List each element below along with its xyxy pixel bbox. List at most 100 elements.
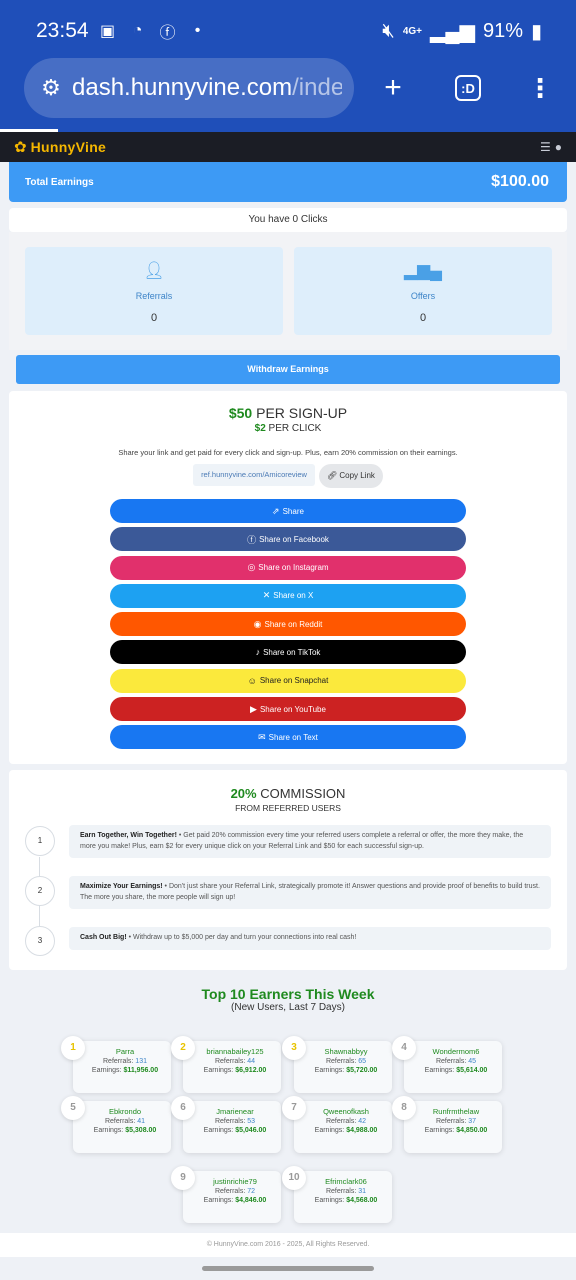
battery-icon: ▮ <box>530 20 542 43</box>
step-1: Earn Together, Win Together! • Get paid … <box>69 825 551 858</box>
instagram-icon: ◎ <box>247 562 256 573</box>
share-button-share-on-x[interactable]: ✕ Share on X <box>110 583 466 608</box>
menu-icon[interactable]: ⋮ <box>520 68 560 108</box>
earner-referrals: Referrals: 31 <box>300 1188 392 1195</box>
status-time: 23:54 <box>36 19 89 42</box>
earner-name: briannabailey125 <box>206 1047 264 1056</box>
click-heading: $2 PER CLICK <box>9 423 567 434</box>
referrals-label: Referrals: <box>104 1118 138 1125</box>
share-button-share-on-youtube[interactable]: ▶ Share on YouTube <box>110 697 466 722</box>
earnings-value: $5,046.00 <box>235 1127 267 1134</box>
message-icon: ✉ <box>258 731 266 742</box>
earner-earnings: Earnings: $6,912.00 <box>189 1067 281 1074</box>
share-button-label: Share <box>282 506 304 516</box>
earner-earnings: Earnings: $4,850.00 <box>410 1127 502 1134</box>
commission-heading: 20% COMMISSION <box>9 786 567 801</box>
share-button-share-on-tiktok[interactable]: ♪ Share on TikTok <box>110 640 466 665</box>
url-text[interactable]: dash.hunnyvine.com/inde <box>72 74 342 102</box>
earner-name: Runfrmthelaw <box>432 1107 480 1116</box>
earner-earnings: Earnings: $5,308.00 <box>79 1127 171 1134</box>
share-button-label: Share on Snapchat <box>259 676 329 686</box>
share-button-share-on-reddit[interactable]: ◉ Share on Reddit <box>110 612 466 637</box>
referrals-value: 45 <box>468 1058 477 1065</box>
reddit-icon: ◉ <box>253 618 262 629</box>
url-path: /inde <box>292 74 342 101</box>
network-label: 4G+ <box>402 25 423 37</box>
bar-chart-icon: ▂▆▄ <box>403 261 443 280</box>
referrals-label: Referrals: <box>325 1118 359 1125</box>
step-title: Earn Together, Win Together! <box>80 832 177 839</box>
new-tab-button[interactable]: + <box>373 68 413 108</box>
step-number: 2 <box>25 876 55 906</box>
signup-amount: $50 <box>228 405 253 421</box>
site-logo[interactable]: ✿ HunnyVine <box>14 138 106 156</box>
share-button-label: Share on Reddit <box>264 619 323 629</box>
earner-earnings: Earnings: $5,614.00 <box>410 1067 502 1074</box>
share-icon: ⇗ <box>272 505 280 516</box>
referrals-label: Referrals: <box>325 1188 359 1195</box>
youtube-icon: ▶ <box>250 703 257 714</box>
facebook-icon: ⓕ <box>247 534 257 545</box>
total-earnings-amount: $100.00 <box>491 173 549 190</box>
copy-link-button[interactable]: 🔗︎ Copy Link <box>318 464 383 488</box>
earner-name: Jmarienear <box>216 1107 254 1116</box>
referrals-value: 42 <box>358 1118 367 1125</box>
earner-referrals: Referrals: 37 <box>410 1118 502 1125</box>
tab-switcher-button[interactable]: :D <box>448 68 488 108</box>
earner-card: 8 Runfrmthelaw Referrals: 37 Earnings: $4,8… <box>392 1096 502 1153</box>
home-indicator[interactable] <box>202 1266 374 1271</box>
earnings-value: $6,912.00 <box>235 1067 267 1074</box>
earner-earnings: Earnings: $4,568.00 <box>300 1197 392 1204</box>
earnings-label: Earnings: <box>314 1067 347 1074</box>
earnings-label: Earnings: <box>93 1127 126 1134</box>
earnings-value: $4,850.00 <box>456 1127 488 1134</box>
address-bar[interactable]: ⚙︎ dash.hunnyvine.com/inde <box>24 58 354 118</box>
status-bar: 23:54 ▣ ◔ ⓕ • 🔇︎ 4G+ ▂▄▆ 91% ▮ <box>36 16 542 46</box>
bee-icon: ✿ <box>14 139 27 156</box>
earnings-value: $4,988.00 <box>346 1127 378 1134</box>
hamburger-icon[interactable]: ☰ <box>540 140 551 154</box>
earner-referrals: Referrals: 41 <box>79 1118 171 1125</box>
user-icon[interactable]: ● <box>555 140 562 154</box>
earnings-label: Earnings: <box>203 1197 236 1204</box>
step-text: • Withdraw up to $5,000 per day and turn… <box>126 934 357 941</box>
share-button-share-on-snapchat[interactable]: ☺ Share on Snapchat <box>110 668 466 693</box>
earner-name: Wondermom6 <box>432 1047 480 1056</box>
referral-link[interactable]: ref.hunnyvine.com/Amicoreview <box>193 464 315 486</box>
earner-referrals: Referrals: 44 <box>189 1058 281 1065</box>
earner-referrals: Referrals: 45 <box>410 1058 502 1065</box>
earner-card: 7 Qweenofkash Referrals: 42 Earnings: $4,98… <box>282 1096 392 1153</box>
site-settings-icon[interactable]: ⚙︎ <box>36 75 66 101</box>
share-button-share-on-facebook[interactable]: ⓕ Share on Facebook <box>110 527 466 552</box>
step-2: Maximize Your Earnings! • Don't just sha… <box>69 876 551 909</box>
share-button-share-on-instagram[interactable]: ◎ Share on Instagram <box>110 555 466 580</box>
share-description: Share your link and get paid for every c… <box>118 448 458 457</box>
rank-badge: 9 <box>171 1166 195 1190</box>
stats-panel: 👤︎ Referrals 0 ▂▆▄ Offers 0 <box>9 232 567 350</box>
earner-earnings: Earnings: $5,046.00 <box>189 1127 281 1134</box>
share-button-share-on-text[interactable]: ✉ Share on Text <box>110 725 466 750</box>
referrals-value: 31 <box>358 1188 367 1195</box>
link-icon: 🔗︎ <box>326 471 338 480</box>
url-host: dash.hunnyvine.com <box>72 74 293 101</box>
earner-card: 5 Ebkrondo Referrals: 41 Earnings: $5,308.0… <box>61 1096 171 1153</box>
referrals-value: 72 <box>247 1188 256 1195</box>
tab-count: :D <box>455 75 481 101</box>
rank-badge: 1 <box>61 1036 85 1060</box>
referrals-label: Referrals: <box>435 1058 469 1065</box>
rank-badge: 4 <box>392 1036 416 1060</box>
copy-link-label: Copy Link <box>339 471 375 480</box>
withdraw-button[interactable]: Withdraw Earnings <box>16 355 560 384</box>
share-button-label: Share on YouTube <box>259 704 326 714</box>
leaderboard-subtitle: (New Users, Last 7 Days) <box>231 1002 345 1013</box>
share-button-share[interactable]: ⇗ Share <box>110 499 466 523</box>
rank-badge: 10 <box>282 1166 306 1190</box>
earner-name: Shawnabbyy <box>324 1047 368 1056</box>
share-card: $50 PER SIGN-UP $2 PER CLICK Share your … <box>9 391 567 764</box>
earner-card: 1 Parra Referrals: 131 Earnings: $11,956.00 <box>61 1036 171 1093</box>
earner-referrals: Referrals: 53 <box>189 1118 281 1125</box>
referrals-label: Referrals: <box>214 1058 248 1065</box>
earner-earnings: Earnings: $5,720.00 <box>300 1067 392 1074</box>
clicks-header: You have 0 Clicks <box>9 208 567 232</box>
earner-earnings: Earnings: $11,956.00 <box>79 1067 171 1074</box>
